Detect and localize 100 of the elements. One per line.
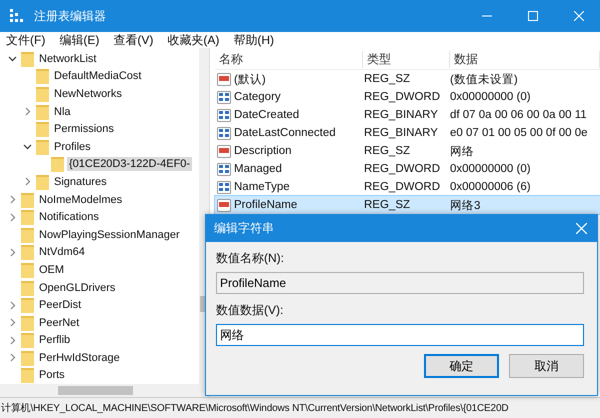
registry-icon bbox=[10, 9, 24, 23]
folder-icon bbox=[21, 192, 34, 208]
value-type: REG_SZ bbox=[363, 199, 412, 211]
folder-icon bbox=[21, 332, 34, 348]
folder-icon bbox=[21, 262, 34, 278]
folder-icon bbox=[21, 350, 34, 366]
chevron-right-icon[interactable] bbox=[8, 195, 17, 204]
menu-item[interactable]: 编辑(E) bbox=[59, 32, 100, 48]
value-type: REG_BINARY bbox=[363, 109, 439, 121]
folder-icon bbox=[21, 297, 34, 314]
value-row[interactable]: ProfileName REG_SZ 网络3 bbox=[215, 196, 600, 214]
value-name: DateCreated bbox=[234, 109, 300, 121]
string-value-icon bbox=[217, 144, 231, 158]
value-type: REG_DWORD bbox=[363, 163, 442, 175]
folder-icon bbox=[51, 156, 64, 172]
tree-item[interactable]: OpenGLDrivers bbox=[37, 280, 118, 295]
folder-icon bbox=[21, 367, 34, 384]
value-name-field[interactable]: ProfileName bbox=[216, 272, 584, 294]
folder-icon bbox=[36, 174, 49, 190]
chevron-right-icon[interactable] bbox=[23, 107, 32, 116]
chevron-right-icon[interactable] bbox=[8, 336, 17, 345]
maximize-icon[interactable] bbox=[528, 11, 538, 21]
tree-item[interactable]: NetworkList bbox=[37, 52, 98, 66]
menu-item[interactable]: 收藏夹(A) bbox=[167, 32, 220, 48]
value-data-field[interactable]: 网络 bbox=[216, 324, 584, 346]
tree-item[interactable]: PeerNet bbox=[37, 316, 82, 330]
value-type: REG_SZ bbox=[363, 145, 412, 157]
chevron-right-icon[interactable] bbox=[23, 177, 32, 186]
folder-icon bbox=[36, 86, 49, 102]
column-header[interactable]: 数据 bbox=[450, 51, 600, 68]
value-type: REG_DWORD bbox=[363, 181, 442, 193]
chevron-right-icon[interactable] bbox=[8, 248, 17, 257]
close-icon[interactable] bbox=[574, 11, 584, 21]
value-row[interactable]: Description REG_SZ 网络 bbox=[215, 142, 600, 160]
tree-item[interactable]: Signatures bbox=[52, 174, 109, 189]
value-type: REG_SZ bbox=[363, 73, 412, 85]
value-name: DateLastConnected bbox=[234, 127, 336, 139]
value-data: 0x00000000 (0) bbox=[449, 91, 532, 103]
tree-item[interactable]: Notifications bbox=[37, 210, 101, 224]
dialog-title: 编辑字符串 bbox=[214, 220, 274, 237]
value-name: Category bbox=[234, 91, 281, 103]
tree-item[interactable]: OEM bbox=[37, 262, 66, 277]
value-data: 网络3 bbox=[449, 198, 482, 212]
column-header[interactable]: 类型 bbox=[363, 51, 450, 68]
tree-item[interactable]: NoImeModelmes bbox=[37, 192, 124, 207]
binary-value-icon bbox=[217, 90, 231, 104]
menu-item[interactable]: 文件(F) bbox=[6, 32, 46, 48]
folder-icon bbox=[36, 68, 49, 84]
tree-item[interactable]: Perflib bbox=[37, 333, 72, 348]
value-row[interactable]: DateLastConnected REG_BINARY e0 07 01 00 05 00 0f 00 0e bbox=[215, 124, 600, 142]
string-value-icon bbox=[217, 198, 231, 212]
tree-item[interactable]: {01CE20D3-122D-4EF0- bbox=[67, 157, 192, 172]
value-row[interactable]: Category REG_DWORD 0x00000000 (0) bbox=[215, 88, 600, 106]
folder-icon bbox=[21, 280, 34, 296]
tree-item[interactable]: PeerDist bbox=[37, 298, 84, 312]
value-row[interactable]: (默认) REG_SZ (数值未设置) bbox=[215, 70, 600, 88]
value-data: df 07 0a 00 06 00 0a 00 11 bbox=[449, 109, 588, 121]
tree-item[interactable]: NewNetworks bbox=[52, 86, 124, 101]
column-header[interactable]: 名称 bbox=[215, 51, 363, 68]
string-value-icon bbox=[217, 72, 231, 86]
menu-item[interactable]: 帮助(H) bbox=[233, 32, 274, 48]
field-label: 数值数据(V): bbox=[216, 302, 284, 319]
folder-icon bbox=[21, 244, 34, 260]
binary-value-icon bbox=[217, 108, 231, 122]
tree-item[interactable]: Profiles bbox=[52, 140, 93, 154]
tree-item[interactable]: Ports bbox=[37, 368, 67, 382]
folder-icon bbox=[36, 138, 49, 155]
chevron-down-icon[interactable] bbox=[8, 54, 17, 64]
horizontal-scrollbar[interactable] bbox=[0, 384, 209, 397]
folder-icon bbox=[21, 314, 34, 331]
value-name: ProfileName bbox=[234, 199, 298, 211]
chevron-right-icon[interactable] bbox=[8, 300, 17, 310]
field-label: 数值名称(N): bbox=[216, 250, 285, 267]
tree-item[interactable]: Permissions bbox=[52, 122, 116, 136]
value-data: 0x00000000 (0) bbox=[449, 163, 532, 175]
folder-icon bbox=[21, 226, 34, 243]
chevron-right-icon[interactable] bbox=[8, 353, 17, 362]
chevron-right-icon[interactable] bbox=[8, 318, 17, 328]
close-icon[interactable] bbox=[576, 223, 587, 234]
dialog-button[interactable]: 取消 bbox=[509, 354, 584, 378]
tree-item[interactable]: NowPlayingSessionManager bbox=[37, 228, 182, 242]
value-type: REG_DWORD bbox=[363, 91, 442, 103]
value-name: (默认) bbox=[234, 72, 266, 86]
registry-path: 计算机\HKEY_LOCAL_MACHINE\SOFTWARE\Microsoft\Windows NT\CurrentVersion\NetworkList\Profiles\{01CE20D bbox=[1, 402, 508, 415]
menu-item[interactable]: 查看(V) bbox=[113, 32, 154, 48]
value-row[interactable]: NameType REG_DWORD 0x00000006 (6) bbox=[215, 178, 600, 196]
binary-value-icon bbox=[217, 180, 231, 194]
value-row[interactable]: Managed REG_DWORD 0x00000000 (0) bbox=[215, 160, 600, 178]
folder-icon bbox=[21, 209, 34, 226]
tree-item[interactable]: NtVdm64 bbox=[37, 245, 87, 260]
value-name: Description bbox=[234, 145, 292, 157]
value-row[interactable]: DateCreated REG_BINARY df 07 0a 00 06 00 0a 00 11 bbox=[215, 106, 600, 124]
value-data: 0x00000006 (6) bbox=[449, 181, 532, 193]
tree-item[interactable]: DefaultMediaCost bbox=[52, 69, 144, 84]
value-name: NameType bbox=[234, 181, 290, 193]
tree-item[interactable]: Nla bbox=[52, 104, 73, 119]
dialog-button[interactable]: 确定 bbox=[424, 354, 499, 378]
chevron-down-icon[interactable] bbox=[23, 142, 32, 152]
chevron-right-icon[interactable] bbox=[8, 212, 17, 222]
tree-item[interactable]: PerHwIdStorage bbox=[37, 350, 122, 365]
